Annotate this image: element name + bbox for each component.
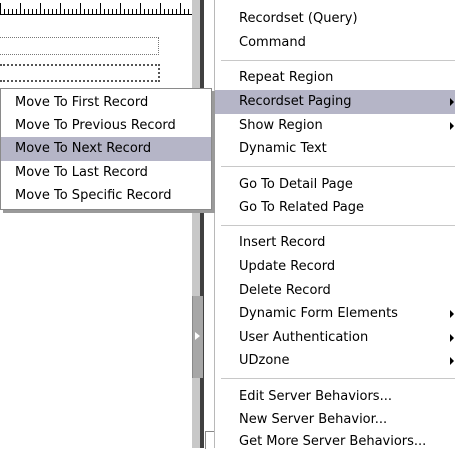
- panel-corner: [205, 431, 214, 449]
- menu-item-label: Go To Detail Page: [239, 177, 353, 192]
- submenu-arrow-icon: [450, 122, 454, 130]
- menu-item-delete-record[interactable]: Delete Record: [215, 279, 455, 303]
- menu-item-label: UDzone: [239, 353, 290, 368]
- menu-item-label: Dynamic Text: [239, 141, 327, 156]
- menu-item-update-record[interactable]: Update Record: [215, 255, 455, 279]
- submenu-arrow-icon: [450, 98, 454, 106]
- document-area: [0, 0, 192, 448]
- panel-collapse-tab[interactable]: [192, 296, 203, 378]
- menu-item-command[interactable]: Command: [215, 31, 455, 55]
- submenu-item-label: Move To Next Record: [15, 141, 152, 156]
- menu-separator: [221, 378, 455, 379]
- menu-item-label: Recordset (Query): [239, 11, 358, 26]
- menu-item-udzone[interactable]: UDzone: [215, 349, 455, 373]
- ruler: [0, 0, 192, 15]
- menu-item-label: Command: [239, 35, 306, 50]
- submenu-item-label: Move To Specific Record: [15, 188, 172, 203]
- menu-item-label: Update Record: [239, 259, 336, 274]
- menu-item-label: Show Region: [239, 118, 323, 133]
- menu-separator: [221, 225, 455, 226]
- submenu-arrow-icon: [450, 334, 454, 342]
- submenu-arrow-icon: [450, 310, 454, 318]
- menu-item-label: User Authentication: [239, 330, 369, 345]
- submenu-item-move-to-last-record[interactable]: Move To Last Record: [1, 161, 211, 185]
- menu-item-user-authentication[interactable]: User Authentication: [215, 326, 455, 350]
- menu-item-label: Go To Related Page: [239, 200, 364, 215]
- menu-item-new-server-behavior[interactable]: New Server Behavior...: [215, 408, 455, 432]
- submenu-item-move-to-next-record[interactable]: Move To Next Record: [1, 137, 211, 161]
- submenu-item-label: Move To Previous Record: [15, 118, 176, 133]
- menu-item-dynamic-form-elements[interactable]: Dynamic Form Elements: [215, 302, 455, 326]
- menu-item-go-to-detail-page[interactable]: Go To Detail Page: [215, 173, 455, 197]
- menu-item-label: Delete Record: [239, 283, 331, 298]
- menu-item-label: Insert Record: [239, 235, 326, 250]
- menu-item-edit-server-behaviors[interactable]: Edit Server Behaviors...: [215, 385, 455, 409]
- menu-item-label: Dynamic Form Elements: [239, 306, 398, 321]
- menu-item-get-more-server-behaviors[interactable]: Get More Server Behaviors...: [215, 430, 455, 454]
- submenu-item-move-to-specific-record[interactable]: Move To Specific Record: [1, 184, 211, 208]
- menu-item-repeat-region[interactable]: Repeat Region: [215, 66, 455, 90]
- menu-item-label: New Server Behavior...: [239, 412, 388, 427]
- submenu-item-label: Move To Last Record: [15, 165, 148, 180]
- menu-item-label: Recordset Paging: [239, 94, 352, 109]
- submenu-item-label: Move To First Record: [15, 95, 149, 110]
- form-field-placeholder[interactable]: [0, 37, 159, 55]
- submenu-arrow-icon: [450, 357, 454, 365]
- menu-separator: [221, 60, 455, 61]
- form-field-placeholder-selected[interactable]: [0, 64, 160, 82]
- menu-item-go-to-related-page[interactable]: Go To Related Page: [215, 196, 455, 220]
- menu-item-dynamic-text[interactable]: Dynamic Text: [215, 137, 455, 161]
- recordset-paging-submenu: Move To First Record Move To Previous Re…: [0, 88, 212, 210]
- menu-item-label: Edit Server Behaviors...: [239, 389, 392, 404]
- menu-item-show-region[interactable]: Show Region: [215, 114, 455, 138]
- server-behaviors-menu: Recordset (Query) Command Repeat Region …: [214, 0, 455, 449]
- submenu-item-move-to-previous-record[interactable]: Move To Previous Record: [1, 114, 211, 138]
- panel-collapse-arrow-icon: [195, 332, 200, 340]
- menu-separator: [221, 166, 455, 167]
- menu-item-insert-record[interactable]: Insert Record: [215, 231, 455, 255]
- panel-splitter-edge: [200, 0, 204, 448]
- menu-item-label: Get More Server Behaviors...: [239, 434, 427, 449]
- menu-item-label: Repeat Region: [239, 70, 334, 85]
- submenu-item-move-to-first-record[interactable]: Move To First Record: [1, 91, 211, 115]
- menu-item-recordset-paging[interactable]: Recordset Paging: [215, 90, 455, 114]
- menu-item-recordset-query[interactable]: Recordset (Query): [215, 7, 455, 31]
